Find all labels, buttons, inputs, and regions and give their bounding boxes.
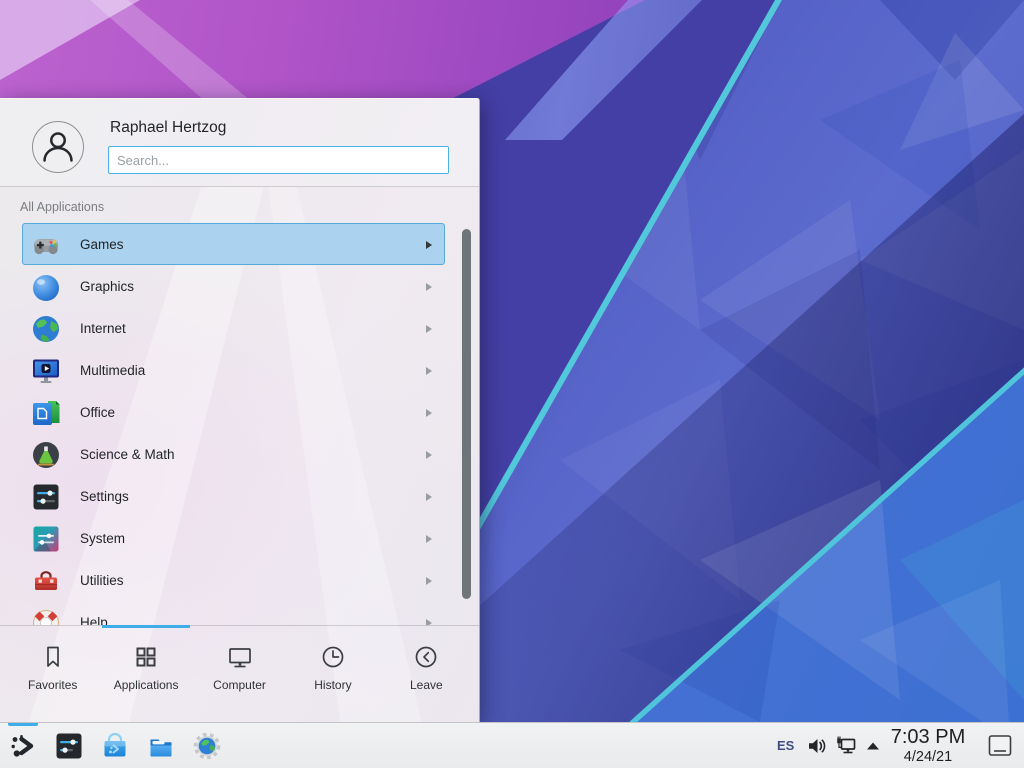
- submenu-arrow-icon: [426, 367, 432, 375]
- network-icon[interactable]: [835, 735, 857, 757]
- computer-icon: [226, 643, 254, 671]
- clock-date: 4/24/21: [884, 749, 972, 766]
- category-games[interactable]: Games: [22, 223, 445, 265]
- discover-bag-icon: [100, 748, 130, 765]
- search-input[interactable]: [108, 146, 449, 174]
- lifebuoy-icon: [30, 607, 62, 625]
- blue-sphere-icon: [30, 271, 62, 303]
- dolphin-folder-icon: [146, 748, 176, 765]
- tab-favorites[interactable]: Favorites: [6, 643, 99, 692]
- keyboard-layout-indicator[interactable]: ES: [777, 723, 794, 768]
- user-avatar[interactable]: [32, 121, 84, 173]
- section-label: All Applications: [20, 200, 104, 214]
- taskbar: ES 7:03 PM 4/24/21: [0, 722, 1024, 768]
- category-graphics[interactable]: Graphics: [22, 265, 445, 307]
- category-help[interactable]: Help: [22, 601, 445, 625]
- user-name: Raphael Hertzog: [110, 119, 226, 137]
- monitor-play-icon: [30, 355, 62, 387]
- tab-leave[interactable]: Leave: [380, 643, 473, 692]
- leave-circle-icon: [412, 643, 440, 671]
- sliders-dark-icon: [30, 481, 62, 513]
- file-manager-button[interactable]: [146, 731, 176, 761]
- category-multimedia[interactable]: Multimedia: [22, 349, 445, 391]
- launcher-header: Raphael Hertzog: [0, 99, 479, 187]
- system-settings-button[interactable]: [54, 731, 84, 761]
- clock-time: 7:03 PM: [884, 726, 972, 749]
- category-internet[interactable]: Internet: [22, 307, 445, 349]
- sliders-gradient-icon: [30, 523, 62, 555]
- flask-icon: [30, 439, 62, 471]
- submenu-arrow-icon: [426, 535, 432, 543]
- submenu-arrow-icon: [426, 451, 432, 459]
- volume-icon[interactable]: [806, 735, 828, 757]
- expand-up-icon[interactable]: [863, 736, 885, 758]
- clock-icon: [319, 643, 347, 671]
- category-utilities[interactable]: Utilities: [22, 559, 445, 601]
- desktop-screen: Raphael Hertzog All Applications Games: [0, 0, 1024, 768]
- show-desktop-button[interactable]: [988, 734, 1012, 758]
- globe-icon: [30, 313, 62, 345]
- bookmark-icon: [39, 643, 67, 671]
- category-list: Games Graphics: [0, 223, 452, 625]
- submenu-arrow-icon: [426, 283, 432, 291]
- category-science-math[interactable]: Science & Math: [22, 433, 445, 475]
- system-settings-icon: [54, 748, 84, 765]
- gamepad-icon: [30, 229, 62, 261]
- category-system[interactable]: System: [22, 517, 445, 559]
- kde-kickoff-icon: [8, 748, 38, 765]
- category-office[interactable]: Office: [22, 391, 445, 433]
- tab-applications[interactable]: Applications: [99, 643, 192, 692]
- submenu-arrow-icon: [426, 409, 432, 417]
- launcher-footer: Favorites Applications: [0, 625, 479, 723]
- application-launcher-menu: Raphael Hertzog All Applications Games: [0, 98, 480, 722]
- globe-gear-icon: [192, 748, 222, 765]
- active-tab-indicator: [102, 625, 190, 628]
- digital-clock[interactable]: 7:03 PM 4/24/21: [884, 726, 972, 766]
- submenu-arrow-icon: [426, 325, 432, 333]
- active-task-indicator: [8, 723, 38, 726]
- tab-history[interactable]: History: [286, 643, 379, 692]
- documents-icon: [30, 397, 62, 429]
- category-settings[interactable]: Settings: [22, 475, 445, 517]
- submenu-arrow-icon: [426, 241, 432, 249]
- application-launcher-button[interactable]: [8, 731, 38, 761]
- submenu-arrow-icon: [426, 577, 432, 585]
- scrollbar-thumb[interactable]: [462, 229, 471, 599]
- web-browser-button[interactable]: [192, 731, 222, 761]
- tab-computer[interactable]: Computer: [193, 643, 286, 692]
- app-grid-icon: [132, 643, 160, 671]
- discover-button[interactable]: [100, 731, 130, 761]
- submenu-arrow-icon: [426, 493, 432, 501]
- toolbox-icon: [30, 565, 62, 597]
